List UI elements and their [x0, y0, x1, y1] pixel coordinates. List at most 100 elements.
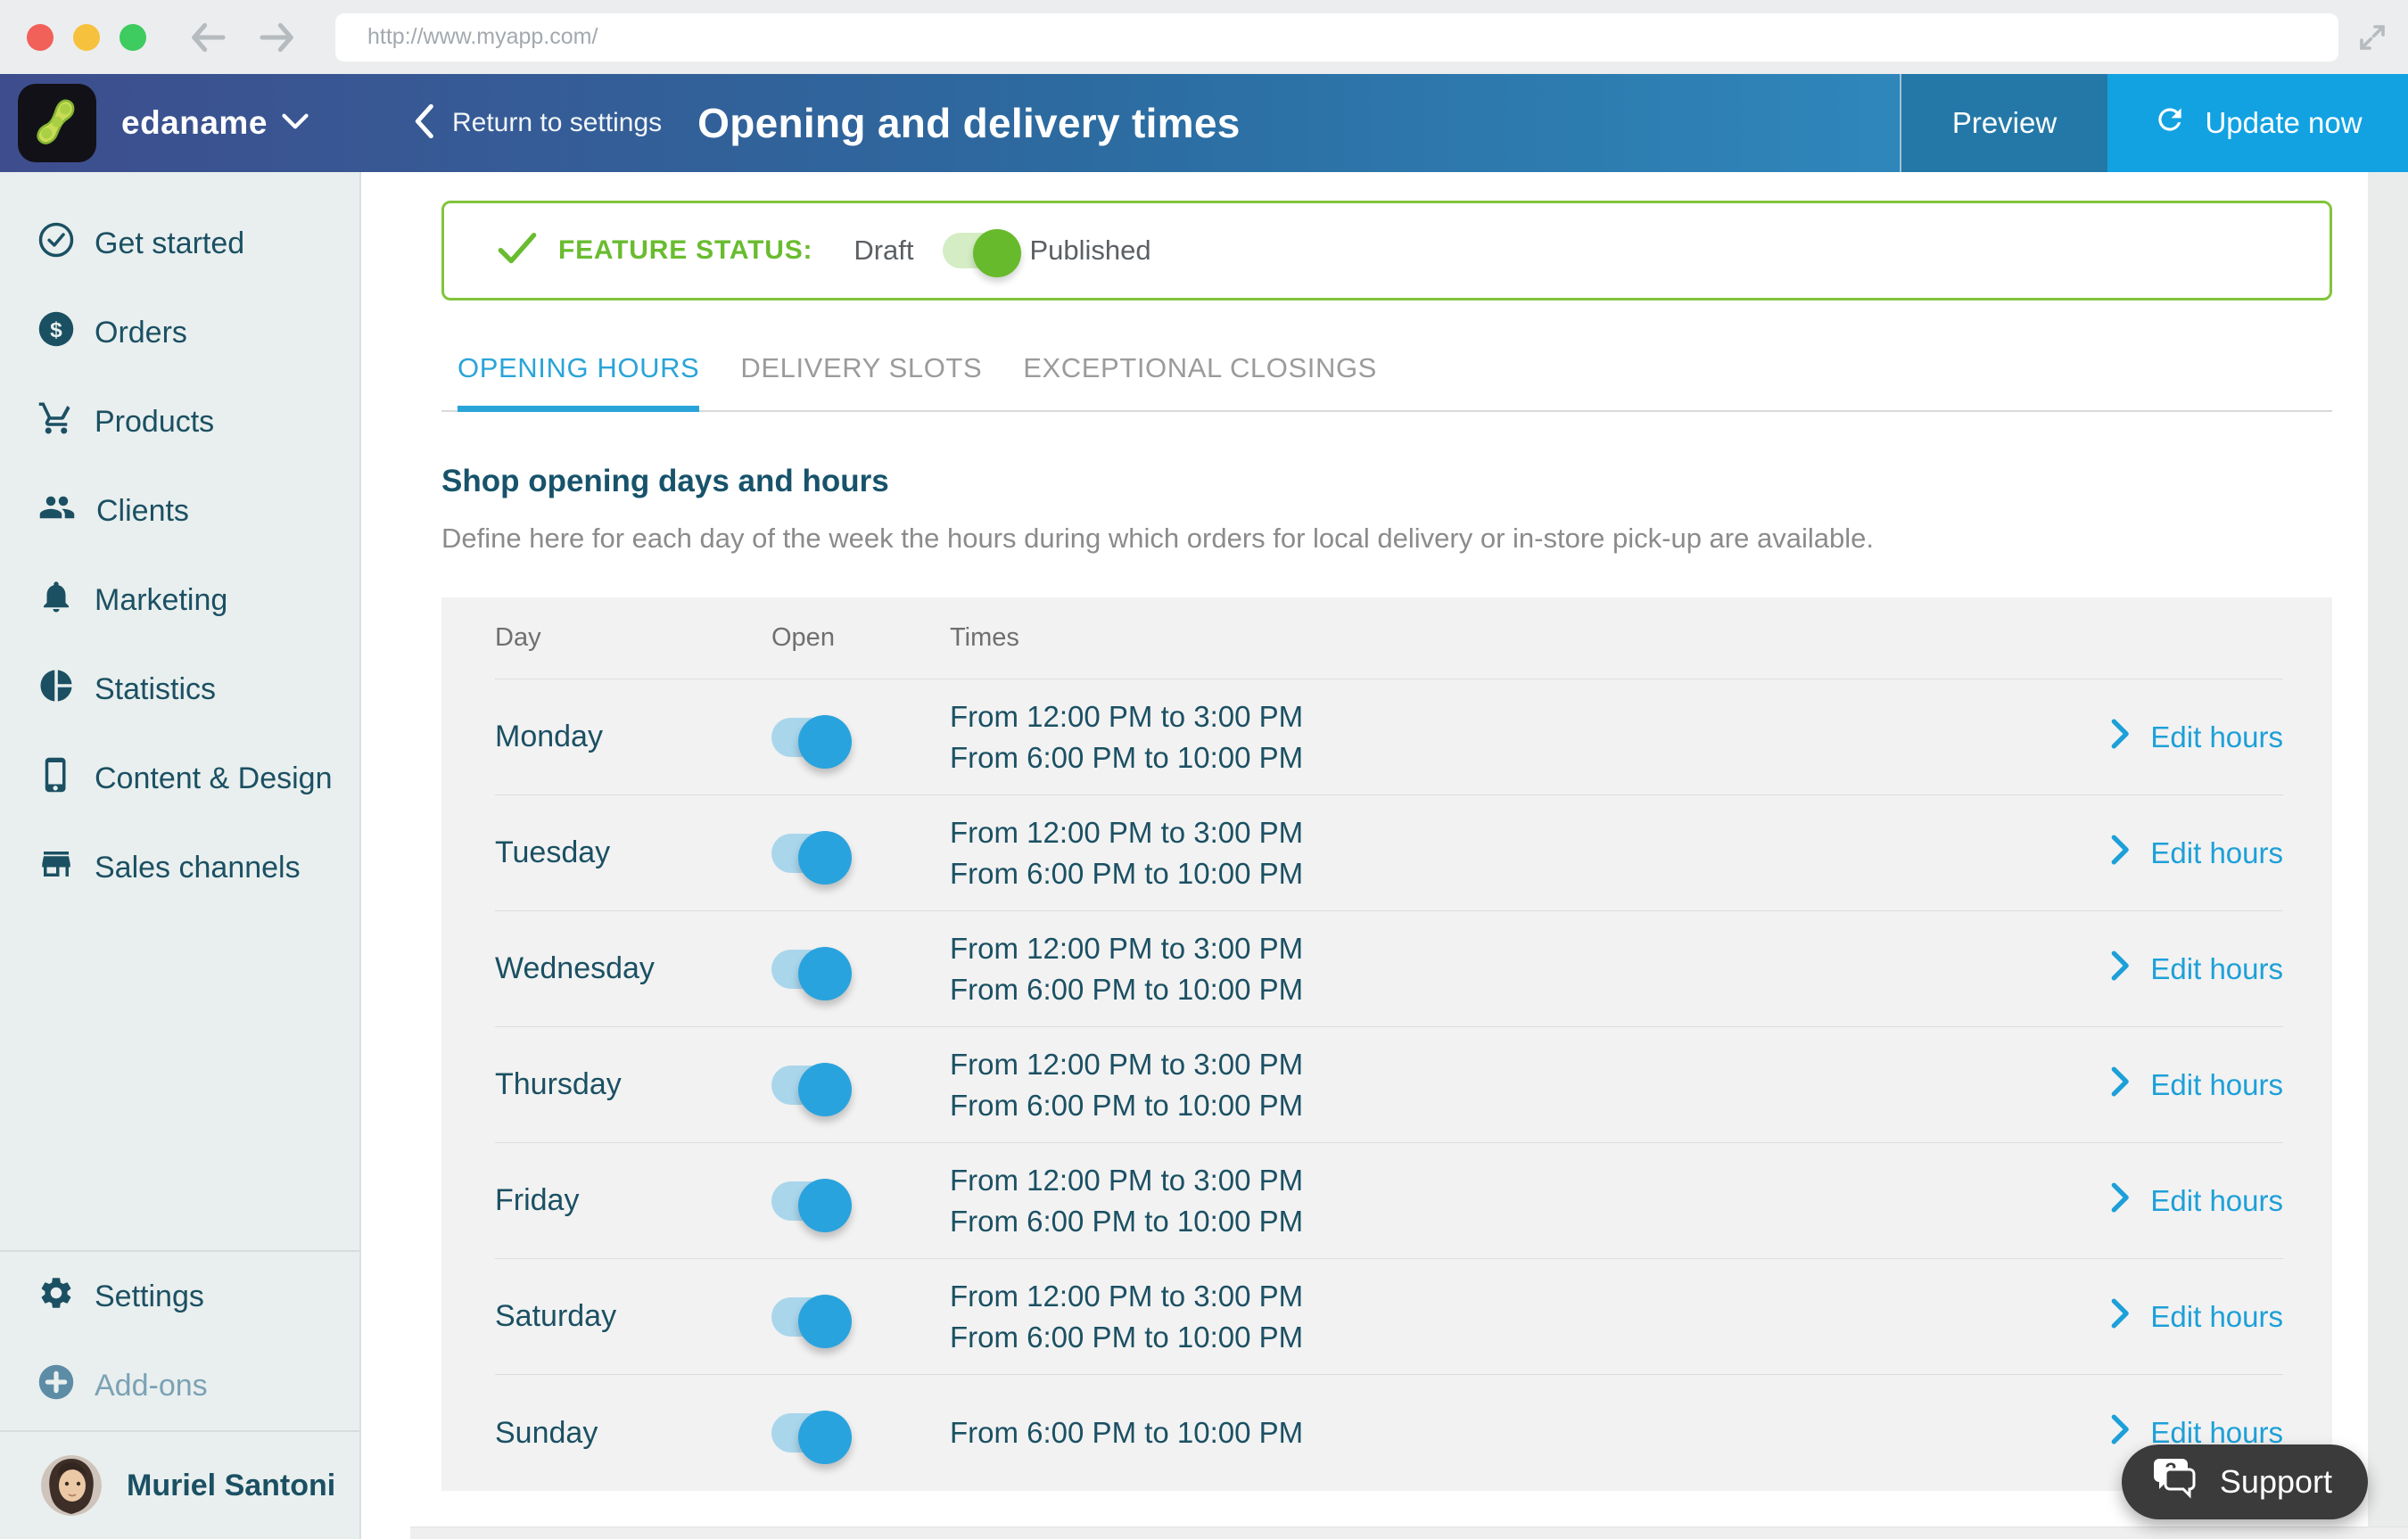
- edit-hours-link-friday[interactable]: Edit hours: [2060, 1181, 2283, 1220]
- day-label: Tuesday: [495, 835, 611, 869]
- feature-status-label: FEATURE STATUS:: [558, 235, 813, 265]
- chevron-right-icon: [2111, 950, 2131, 988]
- open-toggle-saturday[interactable]: [771, 1294, 852, 1348]
- sidebar-item-statistics[interactable]: Statistics: [0, 645, 359, 734]
- store-switcher[interactable]: edaname: [0, 74, 361, 172]
- people-icon: [37, 489, 77, 534]
- avatar: [41, 1455, 102, 1516]
- sidebar-item-add-ons[interactable]: Add-ons: [0, 1341, 359, 1430]
- user-account-row[interactable]: Muriel Santoni: [0, 1432, 359, 1539]
- column-header-day: Day: [495, 623, 541, 652]
- day-label: Sunday: [495, 1415, 598, 1450]
- check-icon: [498, 232, 537, 270]
- open-toggle-sunday[interactable]: [771, 1411, 852, 1464]
- minimize-window-button[interactable]: [73, 23, 100, 51]
- chevron-right-icon: [2111, 1297, 2131, 1336]
- edit-hours-label: Edit hours: [2150, 720, 2283, 753]
- chevron-right-icon: [2111, 1181, 2131, 1220]
- preview-button[interactable]: Preview: [1900, 74, 2107, 172]
- opening-hours-table: Day Open Times Monday From 12:00 PM to 3:…: [441, 597, 2332, 1491]
- chevron-right-icon: [2111, 834, 2131, 872]
- sidebar-item-sales-channels[interactable]: Sales channels: [0, 823, 359, 912]
- open-toggle-tuesday[interactable]: [771, 830, 852, 885]
- open-toggle-friday[interactable]: [771, 1178, 852, 1232]
- tab-delivery-slots[interactable]: DELIVERY SLOTS: [740, 352, 982, 412]
- toggle-knob: [972, 229, 1021, 277]
- section-description: Define here for each day of the week the…: [441, 523, 1874, 554]
- sidebar-item-products[interactable]: Products: [0, 377, 359, 466]
- table-row-saturday: Saturday From 12:00 PM to 3:00 PM From 6:0…: [495, 1259, 2283, 1375]
- table-row-wednesday: Wednesday From 12:00 PM to 3:00 PM From 6:…: [495, 911, 2283, 1027]
- sidebar-item-label: Get started: [95, 226, 245, 260]
- times-cell: From 12:00 PM to 3:00 PM From 6:00 PM to …: [950, 815, 1304, 890]
- times-cell: From 12:00 PM to 3:00 PM From 6:00 PM to …: [950, 931, 1304, 1006]
- section-heading: Shop opening days and hours: [441, 464, 889, 498]
- next-section-edge: [410, 1527, 2408, 1539]
- forward-arrow-icon[interactable]: [259, 22, 296, 53]
- store-logo: [18, 84, 96, 162]
- support-label: Support: [2219, 1463, 2332, 1500]
- maximize-window-button[interactable]: [120, 23, 146, 51]
- sidebar-item-label: Settings: [95, 1279, 204, 1313]
- sidebar-item-clients[interactable]: Clients: [0, 466, 359, 556]
- sidebar-item-orders[interactable]: $ Orders: [0, 288, 359, 377]
- toggle-knob: [798, 1411, 852, 1464]
- edit-hours-label: Edit hours: [2150, 1183, 2283, 1217]
- pie-icon: [37, 667, 75, 712]
- edit-hours-label: Edit hours: [2150, 835, 2283, 869]
- tab-exceptional-closings[interactable]: EXCEPTIONAL CLOSINGS: [1023, 352, 1377, 412]
- sidebar-item-get-started[interactable]: Get started: [0, 199, 359, 288]
- column-header-open: Open: [771, 623, 835, 652]
- edit-hours-link-thursday[interactable]: Edit hours: [2060, 1066, 2283, 1104]
- published-label: Published: [1029, 235, 1151, 266]
- edit-hours-link-saturday[interactable]: Edit hours: [2060, 1297, 2283, 1336]
- day-label: Wednesday: [495, 951, 655, 985]
- refresh-icon: [2153, 103, 2187, 144]
- cart-icon: [37, 399, 75, 445]
- edamame-bean-icon: [37, 99, 75, 144]
- chevron-right-icon: [2111, 1414, 2131, 1452]
- edit-hours-link-wednesday[interactable]: Edit hours: [2060, 950, 2283, 988]
- edit-hours-link-tuesday[interactable]: Edit hours: [2060, 834, 2283, 872]
- table-row-thursday: Thursday From 12:00 PM to 3:00 PM From 6:0…: [495, 1027, 2283, 1143]
- edit-hours-link-monday[interactable]: Edit hours: [2060, 718, 2283, 756]
- open-toggle-wednesday[interactable]: [771, 946, 852, 1000]
- toggle-knob: [798, 1294, 852, 1348]
- edit-hours-label: Edit hours: [2150, 1067, 2283, 1101]
- sidebar-item-settings[interactable]: Settings: [0, 1252, 359, 1341]
- return-to-settings-link[interactable]: Return to settings: [413, 74, 662, 172]
- toggle-knob: [798, 714, 852, 769]
- toggle-knob: [798, 946, 852, 1000]
- main-content: FEATURE STATUS: Draft Published OPENING …: [361, 172, 2408, 1539]
- open-toggle-monday[interactable]: [771, 714, 852, 769]
- back-arrow-icon[interactable]: [189, 22, 227, 53]
- table-row-monday: Monday From 12:00 PM to 3:00 PM From 6:00 …: [495, 679, 2283, 795]
- sidebar-item-marketing[interactable]: Marketing: [0, 556, 359, 645]
- browser-chrome: [0, 0, 2408, 74]
- toggle-knob: [798, 1062, 852, 1116]
- tab-opening-hours[interactable]: OPENING HOURS: [458, 352, 700, 412]
- fullscreen-icon[interactable]: [2356, 21, 2388, 58]
- times-cell: From 12:00 PM to 3:00 PM From 6:00 PM to …: [950, 1279, 1304, 1354]
- sidebar-item-content-design[interactable]: Content & Design: [0, 734, 359, 823]
- toggle-knob: [798, 1178, 852, 1232]
- url-input[interactable]: [335, 12, 2338, 62]
- window-controls: [27, 23, 146, 51]
- open-toggle-thursday[interactable]: [771, 1062, 852, 1116]
- table-row-sunday: Sunday From 6:00 PM to 10:00 PM Edit hours: [495, 1375, 2283, 1491]
- store-name: edaname: [121, 104, 268, 141]
- table-row-tuesday: Tuesday From 12:00 PM to 3:00 PM From 6:00…: [495, 795, 2283, 911]
- table-row-friday: Friday From 12:00 PM to 3:00 PM From 6:00 …: [495, 1143, 2283, 1259]
- close-window-button[interactable]: [27, 23, 54, 51]
- sidebar-item-label: Statistics: [95, 671, 217, 706]
- sidebar-item-label: Add-ons: [95, 1368, 208, 1403]
- publish-toggle[interactable]: [942, 229, 1021, 277]
- sidebar: Get started $ Orders Products Clients Marketi…: [0, 172, 361, 1539]
- page-title: Opening and delivery times: [697, 100, 1241, 146]
- times-cell: From 12:00 PM to 3:00 PM From 6:00 PM to …: [950, 699, 1304, 774]
- day-label: Monday: [495, 720, 603, 753]
- bell-icon: [37, 578, 75, 623]
- sidebar-item-label: Sales channels: [95, 850, 301, 885]
- support-button[interactable]: ? Support: [2121, 1444, 2368, 1519]
- update-now-button[interactable]: Update now: [2107, 74, 2408, 172]
